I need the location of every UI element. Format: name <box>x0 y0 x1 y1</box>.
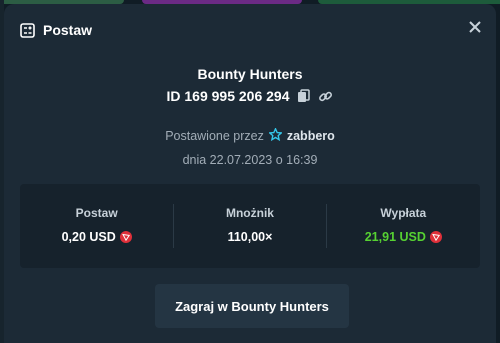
modal-title: Postaw <box>43 22 93 38</box>
bet-slip-icon <box>20 22 35 38</box>
star-icon <box>267 127 283 144</box>
copy-icon[interactable] <box>296 88 312 104</box>
username-link[interactable]: zabbero <box>287 129 335 143</box>
bet-stats-panel: Postaw 0,20 USD Mnożnik 110,00× Wypłata <box>20 184 480 268</box>
game-name: Bounty Hunters <box>197 66 303 82</box>
bet-id-row: ID 169 995 206 294 <box>4 88 496 104</box>
stat-label: Postaw <box>75 206 118 220</box>
close-icon <box>469 20 481 38</box>
placed-by-label: Postawione przez <box>165 129 264 143</box>
stat-value: 110,00× <box>173 230 326 244</box>
stat-bet: Postaw 0,20 USD <box>20 184 173 268</box>
multiplier-value: 110,00× <box>227 230 273 244</box>
close-button[interactable] <box>466 20 484 38</box>
stat-value: 21,91 USD <box>327 230 480 244</box>
stat-label: Wypłata <box>380 206 427 220</box>
trx-coin-icon <box>429 231 442 243</box>
trx-coin-icon <box>119 231 132 243</box>
stat-label: Mnożnik <box>225 206 274 220</box>
modal-header: Postaw <box>20 22 92 38</box>
stat-multiplier: Mnożnik 110,00× <box>173 184 326 268</box>
bet-date: dnia 22.07.2023 o 16:39 <box>182 153 318 167</box>
bet-details-modal: Postaw Bounty Hunters ID 169 995 206 294… <box>4 4 496 343</box>
bet-id: ID 169 995 206 294 <box>166 88 290 104</box>
stat-value: 0,20 USD <box>20 230 173 244</box>
payout-amount: 21,91 USD <box>364 230 426 244</box>
play-game-button[interactable]: Zagraj w Bounty Hunters <box>155 284 349 328</box>
stat-payout: Wypłata 21,91 USD <box>327 184 480 268</box>
link-icon[interactable] <box>318 88 334 104</box>
placed-by-line: Postawione przez zabbero <box>4 127 496 144</box>
bet-amount: 0,20 USD <box>61 230 116 244</box>
